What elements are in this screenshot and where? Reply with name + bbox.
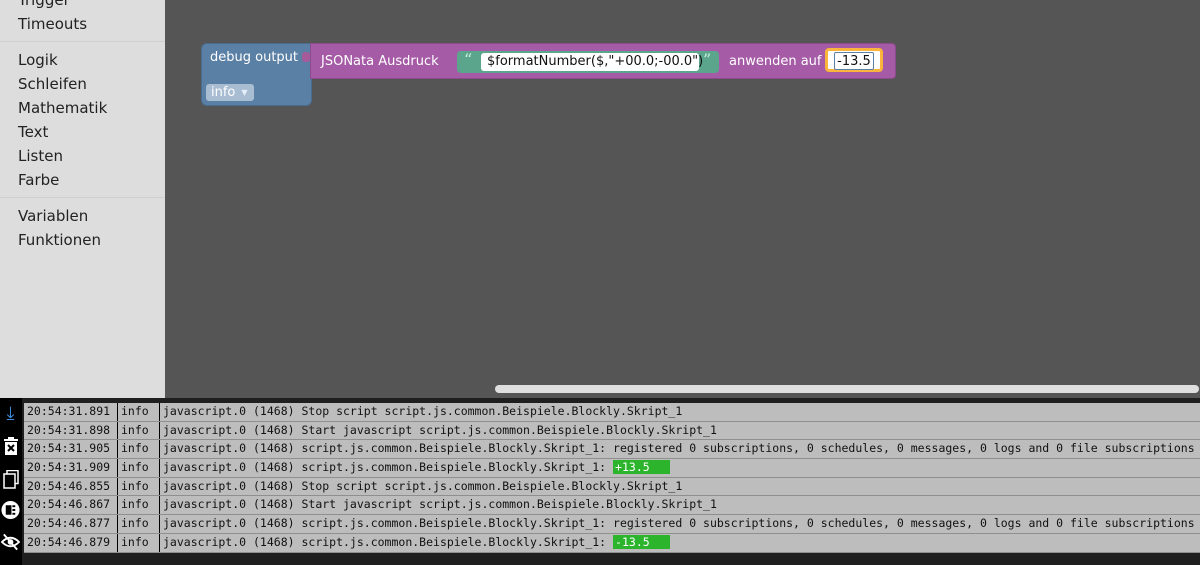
log-time: 20:54:46.877 <box>24 515 118 533</box>
block-connector <box>302 52 310 62</box>
show-filter-icon[interactable] <box>1 500 20 519</box>
log-message: javascript.0 (1468) script.js.common.Bei… <box>163 516 1195 531</box>
toolbox-category-logik[interactable]: Logik <box>0 48 165 72</box>
log-level: info <box>118 533 160 552</box>
log-level: info <box>118 496 160 515</box>
log-row: 20:54:46.867 info javascript.0 (1468) Star… <box>24 496 1200 516</box>
close-quote-icon: ” <box>703 50 712 69</box>
log-time: 20:54:46.867 <box>24 496 118 515</box>
log-message: javascript.0 (1468) script.js.common.Bei… <box>160 534 670 552</box>
log-time: 20:54:31.891 <box>24 403 118 421</box>
toolbox-category-farbe[interactable]: Farbe <box>0 168 165 192</box>
log-row: 20:54:31.909 info javascript.0 (1468) scri… <box>24 459 1200 478</box>
copy-log-icon[interactable] <box>1 470 20 489</box>
log-message: javascript.0 (1468) script.js.common.Bei… <box>160 459 670 477</box>
log-time: 20:54:46.879 <box>24 533 118 552</box>
number-value-field[interactable]: -13.5 <box>834 52 874 70</box>
log-message: javascript.0 (1468) script.js.common.Bei… <box>163 441 1195 456</box>
log-message: javascript.0 (1468) Start javascript scr… <box>163 497 717 512</box>
log-level: info <box>118 403 160 421</box>
toolbox-separator <box>0 197 165 198</box>
log-level: info <box>118 515 160 533</box>
clear-log-icon[interactable] <box>1 436 20 455</box>
log-row: 20:54:46.879 info javascript.0 (1468) scri… <box>24 533 1200 553</box>
log-level: info <box>118 440 160 459</box>
log-output-value: +13.5 <box>613 460 670 475</box>
blockly-workspace[interactable]: debug output info ▼ JSONata Ausdruck “ $f… <box>165 0 1200 398</box>
toolbox-category-variablen[interactable]: Variablen <box>0 204 165 228</box>
log-time: 20:54:31.898 <box>24 421 118 440</box>
hide-icon[interactable] <box>1 532 20 551</box>
log-list: 20:54:31.891 info javascript.0 (1468) Stop… <box>24 403 1200 553</box>
log-row: 20:54:46.877 info javascript.0 (1468) scri… <box>24 515 1200 534</box>
horizontal-scrollbar[interactable] <box>495 385 1199 393</box>
toolbox-category-funktionen[interactable]: Funktionen <box>0 228 165 252</box>
toolbox-category-listen[interactable]: Listen <box>0 144 165 168</box>
log-row: 20:54:46.855 info javascript.0 (1468) Stop… <box>24 477 1200 497</box>
log-level-dropdown[interactable]: info ▼ <box>206 84 254 101</box>
log-message: javascript.0 (1468) Stop script script.j… <box>163 478 683 493</box>
log-panel: ⤓ 20:54:31.891 info javascript.0 (1468) St… <box>0 398 1200 565</box>
log-level: info <box>118 477 160 496</box>
log-time: 20:54:46.855 <box>24 477 118 496</box>
jsonata-label: JSONata Ausdruck <box>321 54 439 69</box>
blockly-toolbox: Trigger Timeouts Logik Schleifen Mathema… <box>0 0 165 398</box>
log-time: 20:54:31.905 <box>24 440 118 459</box>
log-toolbar: ⤓ <box>0 398 22 565</box>
log-level: info <box>118 421 160 440</box>
debug-output-label: debug output <box>210 50 299 65</box>
chevron-down-icon: ▼ <box>241 88 248 97</box>
log-message: javascript.0 (1468) Start javascript scr… <box>163 422 717 437</box>
log-level: info <box>118 459 160 477</box>
debug-output-block[interactable]: debug output info ▼ <box>201 43 312 106</box>
log-time: 20:54:31.909 <box>24 459 118 477</box>
toolbox-category-trigger[interactable]: Trigger <box>0 0 165 12</box>
log-level-value: info <box>211 85 236 100</box>
toolbox-category-mathematik[interactable]: Mathematik <box>0 96 165 120</box>
log-row: 20:54:31.891 info javascript.0 (1468) Stop… <box>24 403 1200 422</box>
jsonata-expression-block[interactable]: JSONata Ausdruck “ $formatNumber($,"+00.… <box>310 43 896 79</box>
scroll-down-icon[interactable]: ⤓ <box>1 403 20 423</box>
jsonata-expression-field[interactable]: $formatNumber($,"+00.0;-00.0") <box>481 53 703 71</box>
log-row: 20:54:31.905 info javascript.0 (1468) scri… <box>24 440 1200 460</box>
log-message: javascript.0 (1468) Stop script script.j… <box>163 404 683 418</box>
toolbox-category-text[interactable]: Text <box>0 120 165 144</box>
number-block[interactable]: -13.5 <box>825 48 883 72</box>
apply-to-label: anwenden auf <box>729 54 822 69</box>
log-output-value: -13.5 <box>613 534 670 549</box>
log-row: 20:54:31.898 info javascript.0 (1468) Star… <box>24 421 1200 441</box>
toolbox-category-schleifen[interactable]: Schleifen <box>0 72 165 96</box>
toolbox-separator <box>0 41 165 42</box>
open-quote-icon: “ <box>464 50 473 69</box>
text-string-block[interactable]: “ $formatNumber($,"+00.0;-00.0") ” <box>457 50 719 73</box>
toolbox-category-timeouts[interactable]: Timeouts <box>0 12 165 36</box>
